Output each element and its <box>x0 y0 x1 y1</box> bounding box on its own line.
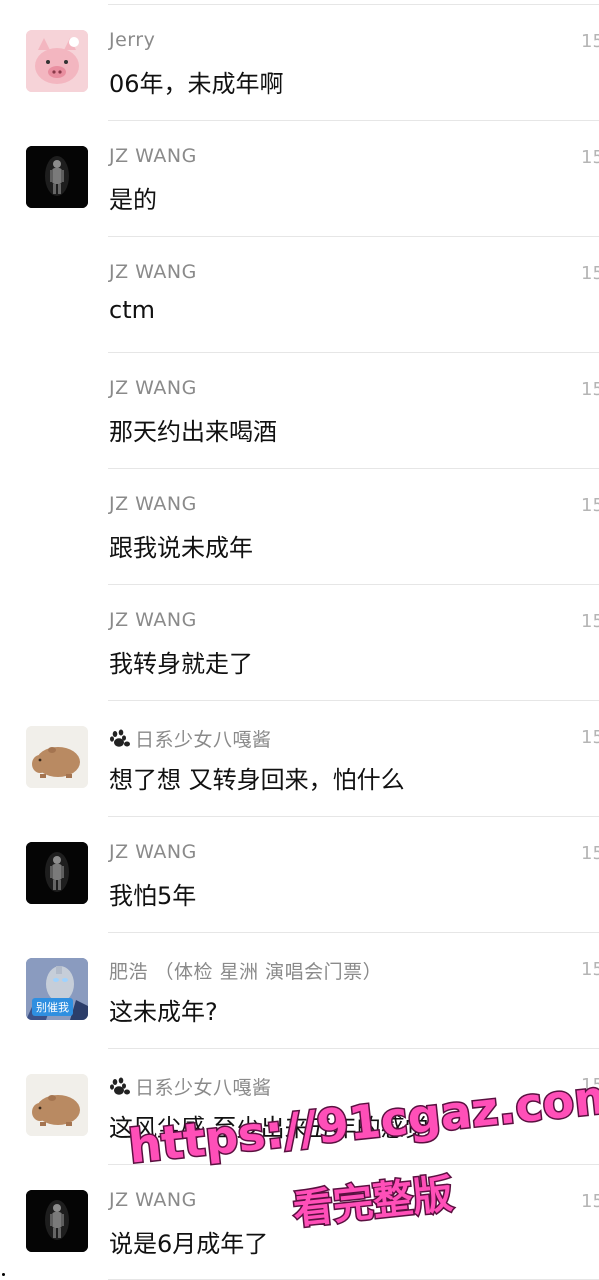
message-row[interactable]: 别催我 肥浩 （体检 星洲 演唱会门票） 这未成年? 15 <box>0 932 599 1048</box>
message-row[interactable]: JZ WANG 是的 15 <box>0 120 599 236</box>
message-text: 06年，未成年啊 <box>109 70 284 98</box>
message-row[interactable]: 日系少女八嘎酱 想了想 又转身回来，怕什么 15 <box>0 700 599 816</box>
capybara-icon <box>26 726 88 788</box>
avatar-dark-figure[interactable] <box>26 146 88 208</box>
message-text: 我怕5年 <box>109 882 197 910</box>
message-time: 15 <box>581 147 599 168</box>
sender-name: Jerry <box>109 29 156 51</box>
sender-name: 日系少女八嘎酱 <box>135 729 272 751</box>
message-text: ctm <box>109 296 155 324</box>
sender-name: 日系少女八嘎酱 <box>135 1077 272 1099</box>
figure-icon <box>26 842 88 904</box>
message-time: 15 <box>581 727 599 748</box>
sender-name: JZ WANG <box>109 145 197 167</box>
sender-name: JZ WANG <box>109 261 197 283</box>
message-row[interactable]: JZ WANG 我转身就走了 15 <box>0 584 599 700</box>
avatar-pig[interactable] <box>26 30 88 92</box>
paw-icon <box>110 1077 130 1095</box>
message-row[interactable]: JZ WANG ctm 15 <box>0 236 599 352</box>
message-text: 想了想 又转身回来，怕什么 <box>109 766 405 794</box>
avatar-capybara[interactable] <box>26 1074 88 1136</box>
sender-name: JZ WANG <box>109 1189 197 1211</box>
message-row[interactable]: JZ WANG 跟我说未成年 15 <box>0 468 599 584</box>
sender-name-row: 日系少女八嘎酱 <box>109 725 272 752</box>
message-time: 15 <box>581 263 599 284</box>
sender-name: JZ WANG <box>109 609 197 631</box>
message-time: 15 <box>581 843 599 864</box>
message-row[interactable]: JZ WANG 那天约出来喝酒 15 <box>0 352 599 468</box>
sender-name: JZ WANG <box>109 493 197 515</box>
message-time: 15 <box>581 379 599 400</box>
figure-icon <box>26 1190 88 1252</box>
message-time: 15 <box>581 959 599 980</box>
message-text: 我转身就走了 <box>109 650 253 678</box>
message-text: 这未成年? <box>109 998 218 1026</box>
message-time: 15 <box>581 495 599 516</box>
sender-name: JZ WANG <box>109 841 197 863</box>
pig-icon <box>26 30 88 92</box>
message-text: 那天约出来喝酒 <box>109 418 277 446</box>
paw-icon <box>110 729 130 747</box>
sender-name: 肥浩 （体检 星洲 演唱会门票） <box>109 961 383 983</box>
sender-name: JZ WANG <box>109 377 197 399</box>
message-text: 跟我说未成年 <box>109 534 253 562</box>
avatar-dark-figure[interactable] <box>26 842 88 904</box>
message-text: 说是6月成年了 <box>109 1230 269 1258</box>
avatar-dark-figure[interactable] <box>26 1190 88 1252</box>
message-time: 15 <box>581 1191 599 1212</box>
message-row[interactable]: JZ WANG 我怕5年 15 <box>0 816 599 932</box>
message-text: 是的 <box>109 186 157 214</box>
capybara-icon <box>26 1074 88 1136</box>
avatar-capybara[interactable] <box>26 726 88 788</box>
avatar-hero[interactable]: 别催我 <box>26 958 88 1020</box>
message-row[interactable]: Jerry 06年，未成年啊 15 <box>0 4 599 120</box>
message-time: 15 <box>581 31 599 52</box>
figure-icon <box>26 146 88 208</box>
sender-name-row: 日系少女八嘎酱 <box>109 1073 272 1100</box>
avatar-badge: 别催我 <box>32 998 73 1016</box>
message-time: 15 <box>581 611 599 632</box>
corner-dot <box>2 1273 5 1276</box>
